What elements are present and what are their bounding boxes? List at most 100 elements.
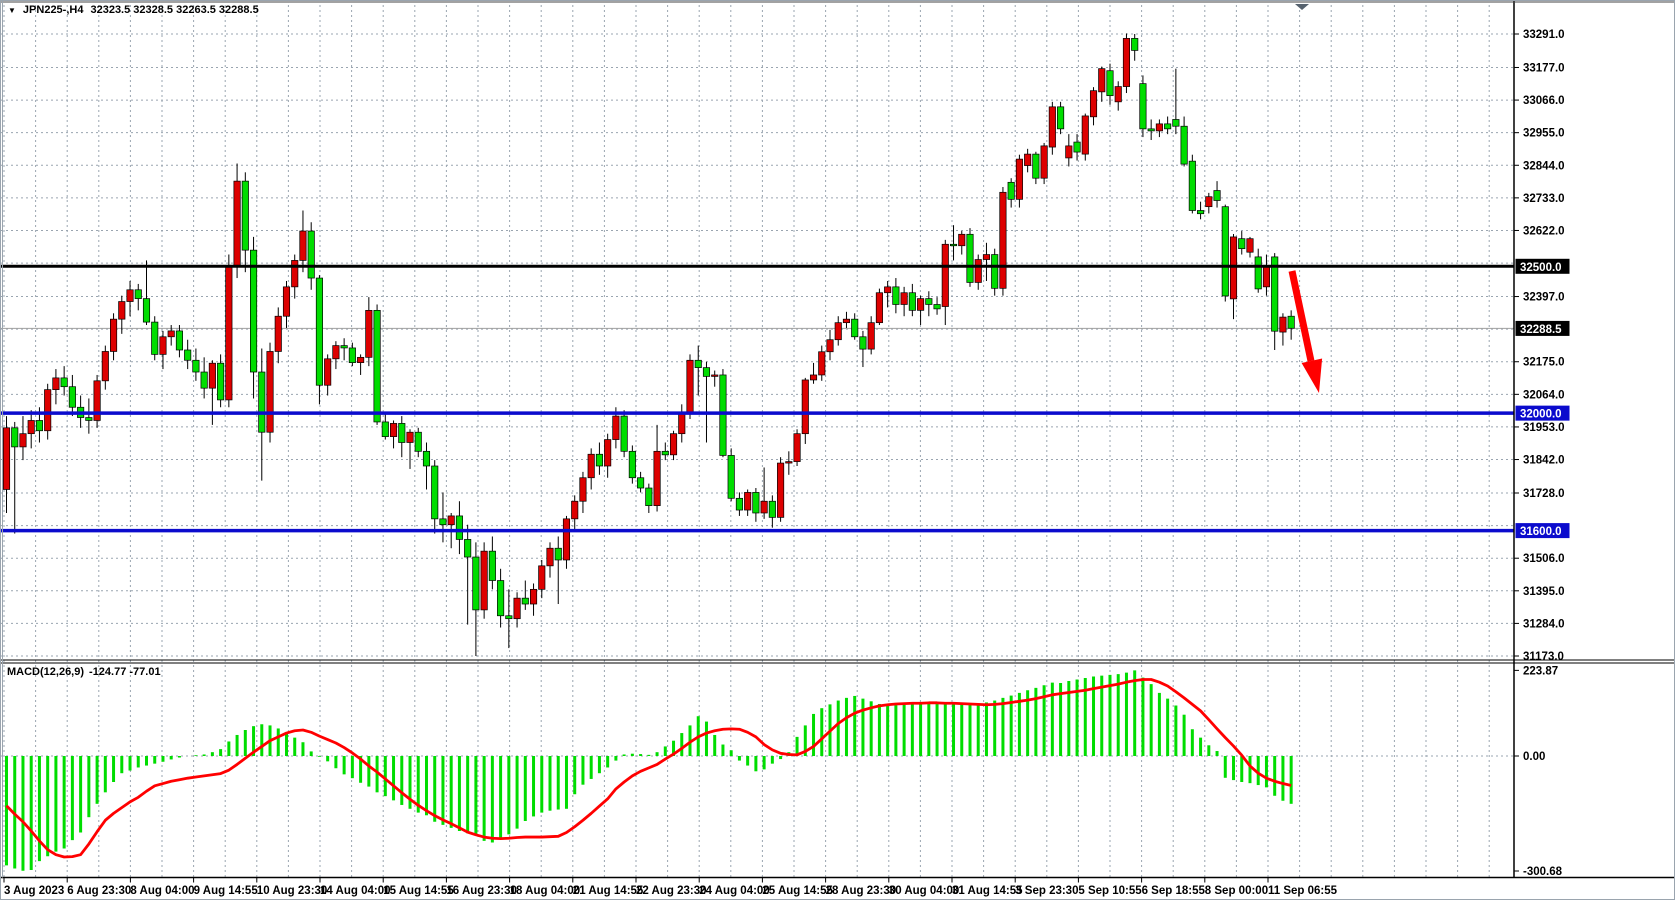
candle xyxy=(226,266,232,400)
candle xyxy=(267,351,273,432)
time-label: 30 Aug 04:00 xyxy=(889,885,960,897)
candle xyxy=(934,304,940,308)
candle xyxy=(1107,71,1113,96)
candle xyxy=(1099,69,1105,92)
candle xyxy=(959,234,965,245)
candle xyxy=(1008,182,1014,199)
time-label: 24 Aug 04:00 xyxy=(699,885,770,897)
time-label: 8 Aug 04:00 xyxy=(130,885,194,897)
symbol-dropdown-icon[interactable]: ▼ xyxy=(8,5,16,16)
candle xyxy=(1090,91,1096,117)
time-label: 5 Sep 10:55 xyxy=(1078,885,1142,897)
candle xyxy=(53,378,59,390)
candle xyxy=(1206,197,1212,207)
candle xyxy=(580,478,586,501)
macd-axis-label: 0.00 xyxy=(1523,751,1545,763)
candle xyxy=(843,319,849,323)
candle xyxy=(769,501,775,517)
candle xyxy=(12,428,18,447)
candle xyxy=(1024,154,1030,165)
candle xyxy=(1140,84,1146,129)
time-label: 14 Aug 04:00 xyxy=(320,885,391,897)
candle xyxy=(464,539,470,557)
candle xyxy=(242,181,248,250)
price-label: 33066.0 xyxy=(1523,95,1565,107)
candle xyxy=(44,390,50,431)
candle xyxy=(357,357,363,362)
time-label: 8 Sep 00:00 xyxy=(1205,885,1268,897)
candle xyxy=(596,454,602,466)
candle xyxy=(69,387,75,408)
candle xyxy=(761,501,767,513)
red-arrow-line[interactable] xyxy=(1292,271,1311,361)
macd-axis-label: -300.68 xyxy=(1523,866,1563,878)
candle xyxy=(909,293,915,311)
price-tag-label: 32500.0 xyxy=(1520,262,1562,274)
candle xyxy=(324,359,330,385)
candle xyxy=(884,287,890,293)
candle xyxy=(1049,107,1055,147)
candle xyxy=(588,454,594,477)
candle xyxy=(835,323,841,340)
macd-name: MACD(12,26,9) xyxy=(7,666,84,678)
candle xyxy=(802,380,808,434)
candle xyxy=(539,566,545,589)
candle xyxy=(250,250,256,372)
price-label: 32955.0 xyxy=(1523,128,1565,140)
candle xyxy=(1074,142,1080,152)
candle xyxy=(1263,266,1269,287)
price-label: 31842.0 xyxy=(1523,455,1565,467)
red-arrow-head[interactable] xyxy=(1302,359,1323,393)
candle xyxy=(901,293,907,305)
candle xyxy=(341,346,347,348)
candle xyxy=(1000,192,1006,288)
candle xyxy=(448,516,454,525)
time-label: 25 Aug 14:55 xyxy=(762,885,833,897)
candle xyxy=(662,451,668,455)
price-label: 32064.0 xyxy=(1523,389,1565,401)
candle xyxy=(1230,237,1236,299)
candle xyxy=(819,352,825,375)
time-label: 3 Aug 2023 xyxy=(4,885,64,897)
candle xyxy=(209,363,215,388)
candle xyxy=(942,244,948,306)
candle xyxy=(259,372,265,432)
candle xyxy=(950,244,956,245)
price-tag-label: 31600.0 xyxy=(1520,526,1562,538)
candle xyxy=(176,331,182,350)
candle xyxy=(876,293,882,323)
candle xyxy=(423,451,429,466)
candle xyxy=(613,416,619,439)
time-label: 22 Aug 23:30 xyxy=(636,885,707,897)
candle xyxy=(712,375,718,376)
candle xyxy=(629,451,635,477)
candle xyxy=(868,323,874,349)
chart-window: 33291.033177.033066.032955.032844.032733… xyxy=(0,0,1675,900)
candle xyxy=(160,337,166,355)
time-label: 11 Sep 06:55 xyxy=(1268,885,1338,897)
price-label: 31506.0 xyxy=(1523,553,1565,565)
time-label: 31 Aug 14:55 xyxy=(952,885,1023,897)
candle xyxy=(522,598,528,604)
chart-canvas[interactable]: 33291.033177.033066.032955.032844.032733… xyxy=(1,1,1675,900)
candle xyxy=(1016,159,1022,199)
candle xyxy=(110,319,116,351)
candle xyxy=(168,331,174,337)
candle xyxy=(975,260,981,283)
candle xyxy=(152,322,158,354)
candle xyxy=(728,455,734,498)
candle xyxy=(473,557,479,610)
candle xyxy=(1222,207,1228,296)
candle xyxy=(61,378,67,387)
candle xyxy=(1057,107,1063,129)
candle xyxy=(967,234,973,282)
symbol-title: JPN225-,H4 xyxy=(23,4,84,16)
candle xyxy=(440,519,446,525)
candle xyxy=(1123,38,1129,86)
candle xyxy=(621,416,627,451)
candle xyxy=(390,423,396,436)
candle xyxy=(432,466,438,519)
price-tag-label: 32288.5 xyxy=(1520,324,1562,336)
candle xyxy=(308,231,314,278)
candle xyxy=(127,290,133,302)
